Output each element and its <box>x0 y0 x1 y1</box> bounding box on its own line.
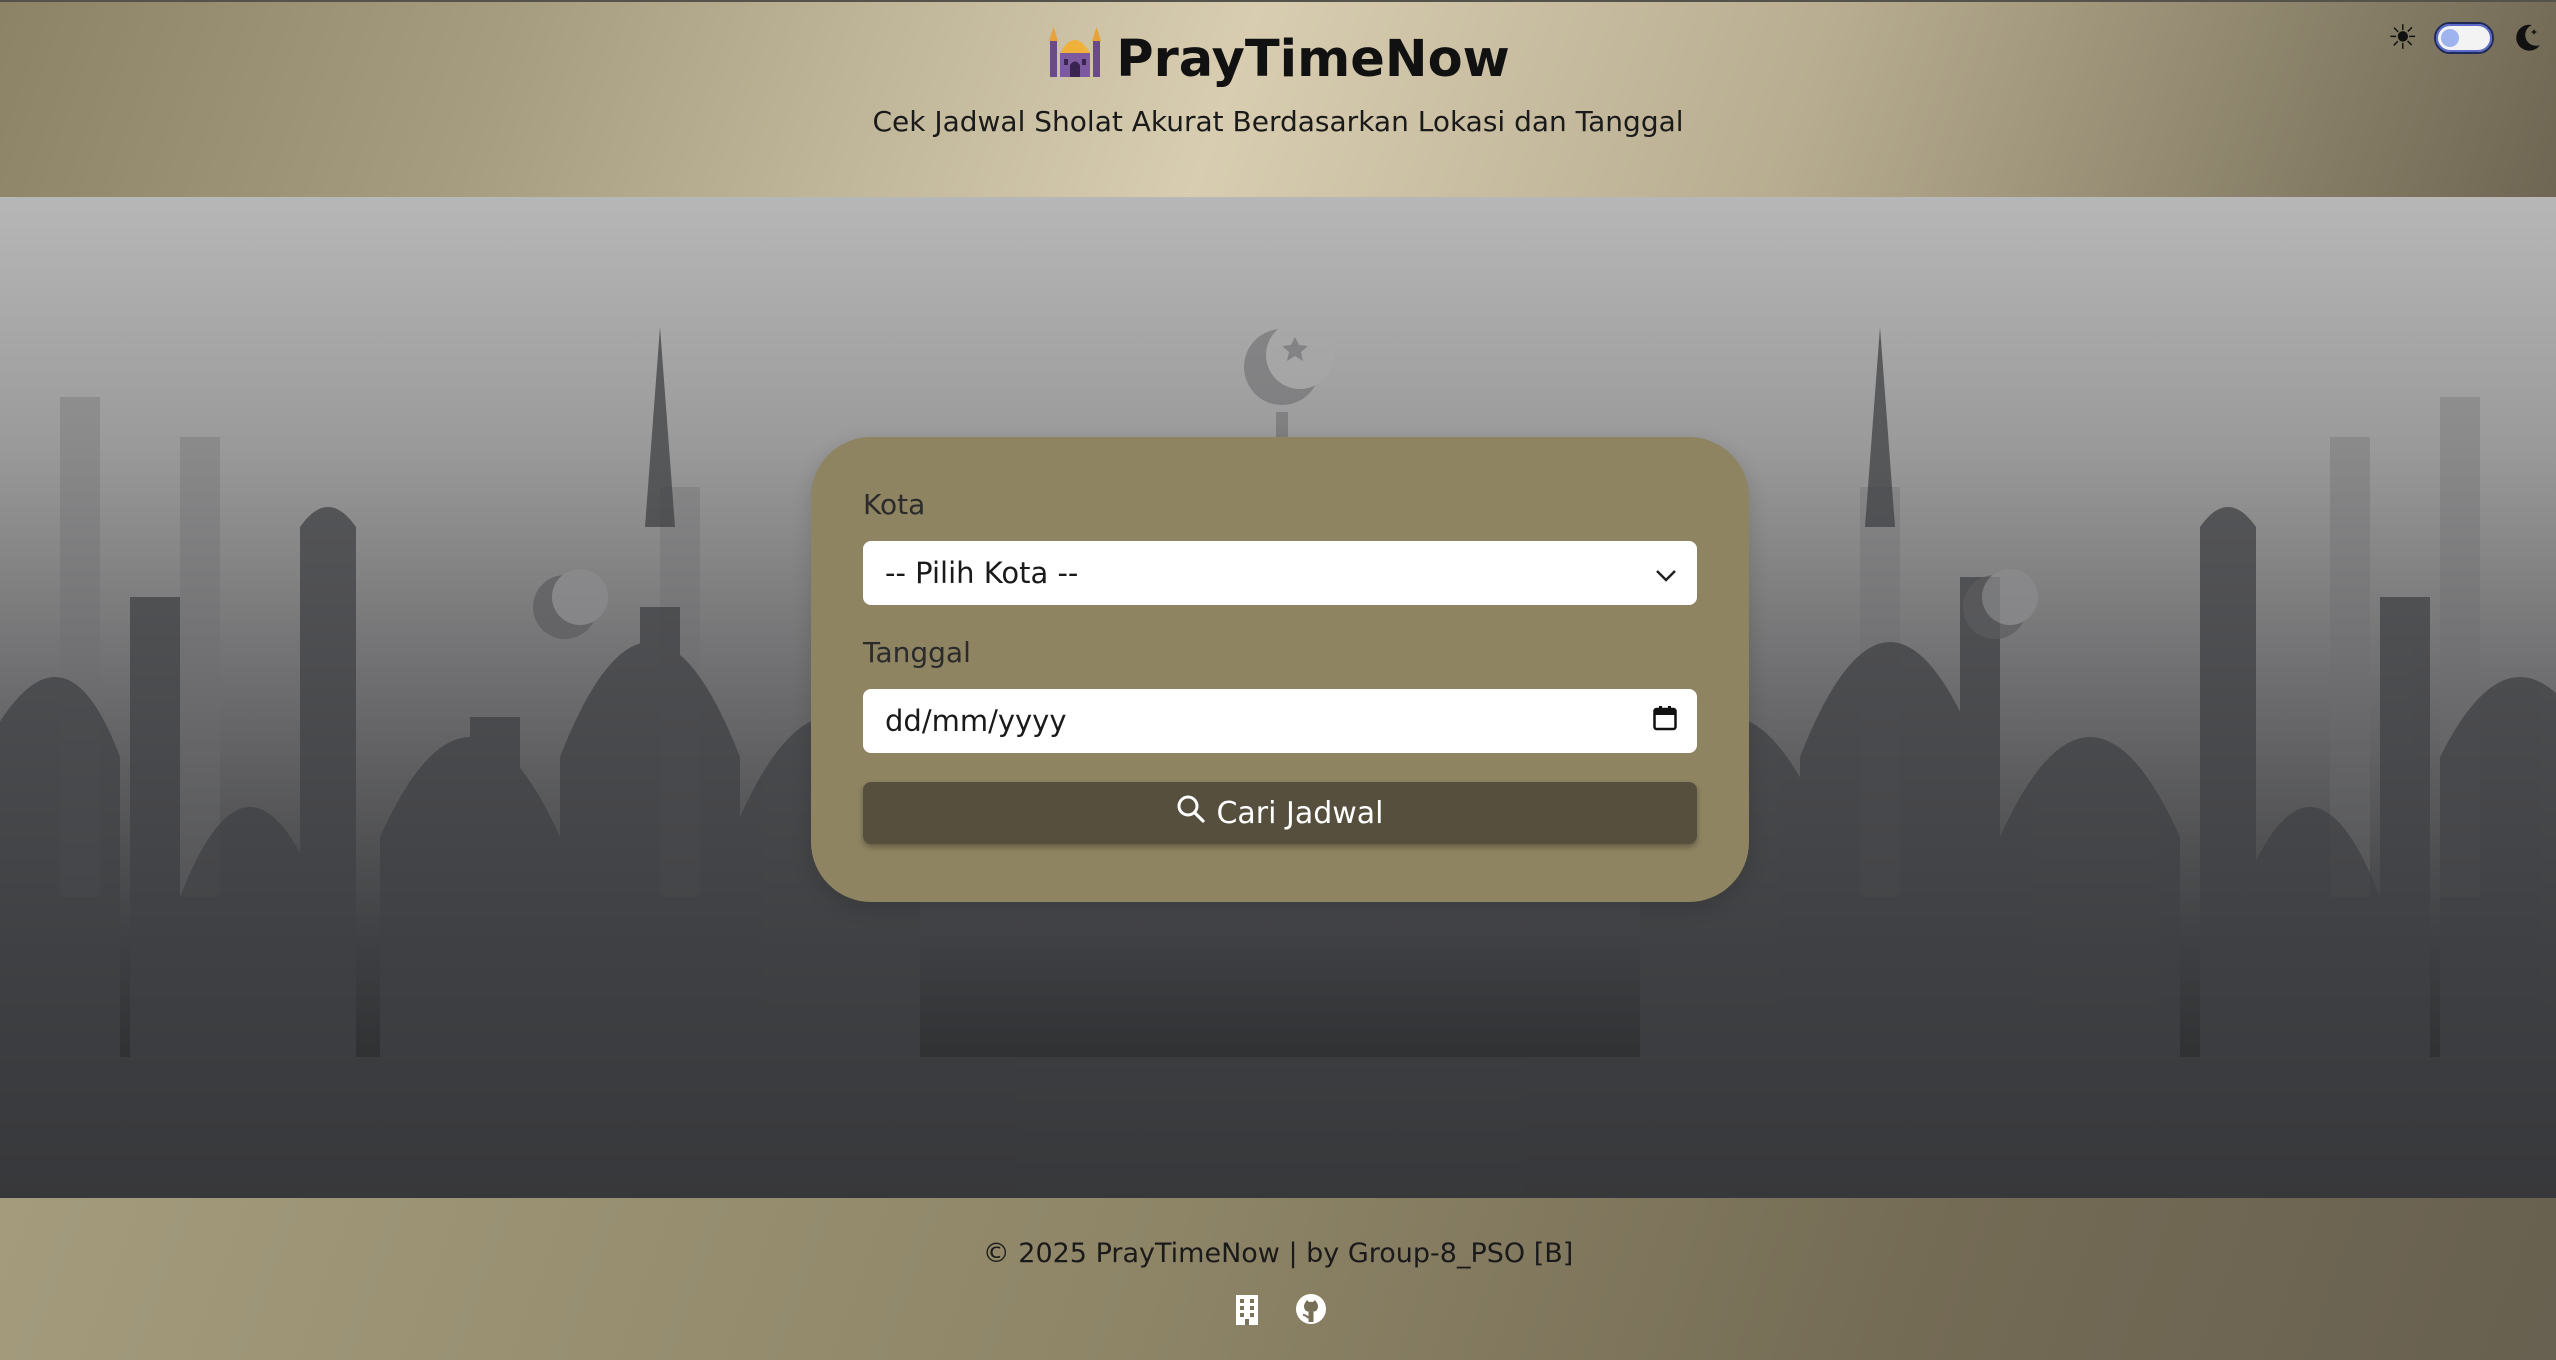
search-card: Kota -- Pilih Kota -- Tanggal dd/mm/yyyy <box>811 437 1749 902</box>
building-icon[interactable] <box>1230 1292 1264 1326</box>
site-subtitle: Cek Jadwal Sholat Akurat Berdasarkan Lok… <box>872 105 1684 138</box>
theme-toggle: ☀ <box>2388 20 2544 56</box>
search-button-label: Cari Jadwal <box>1216 795 1384 831</box>
city-label: Kota <box>863 488 926 521</box>
site-title: PrayTimeNow <box>1116 30 1510 89</box>
city-select[interactable]: -- Pilih Kota -- <box>863 541 1697 605</box>
date-input-value: dd/mm/yyyy <box>885 704 1067 738</box>
site-footer: © 2025 PrayTimeNow | by Group-8_PSO [B] <box>0 1198 2556 1360</box>
github-icon[interactable] <box>1294 1292 1328 1326</box>
footer-links <box>1230 1292 1328 1326</box>
theme-switch[interactable] <box>2434 22 2494 54</box>
moon-icon <box>2510 21 2544 55</box>
date-label: Tanggal <box>863 636 971 669</box>
calendar-icon[interactable] <box>1653 704 1677 738</box>
switch-knob <box>2441 29 2459 47</box>
mosque-icon <box>1046 25 1104 99</box>
search-icon <box>1176 794 1206 832</box>
site-header: PrayTimeNow Cek Jadwal Sholat Akurat Ber… <box>0 0 2556 197</box>
date-input[interactable]: dd/mm/yyyy <box>863 689 1697 753</box>
main-section: Kota -- Pilih Kota -- Tanggal dd/mm/yyyy <box>0 197 2556 1198</box>
brand: PrayTimeNow <box>0 24 2556 99</box>
sun-icon: ☀ <box>2387 18 2418 58</box>
copyright-text: © 2025 PrayTimeNow | by Group-8_PSO [B] <box>982 1238 1574 1269</box>
city-select-value: -- Pilih Kota -- <box>885 556 1079 590</box>
search-button[interactable]: Cari Jadwal <box>863 782 1697 844</box>
chevron-down-icon <box>1655 556 1677 590</box>
